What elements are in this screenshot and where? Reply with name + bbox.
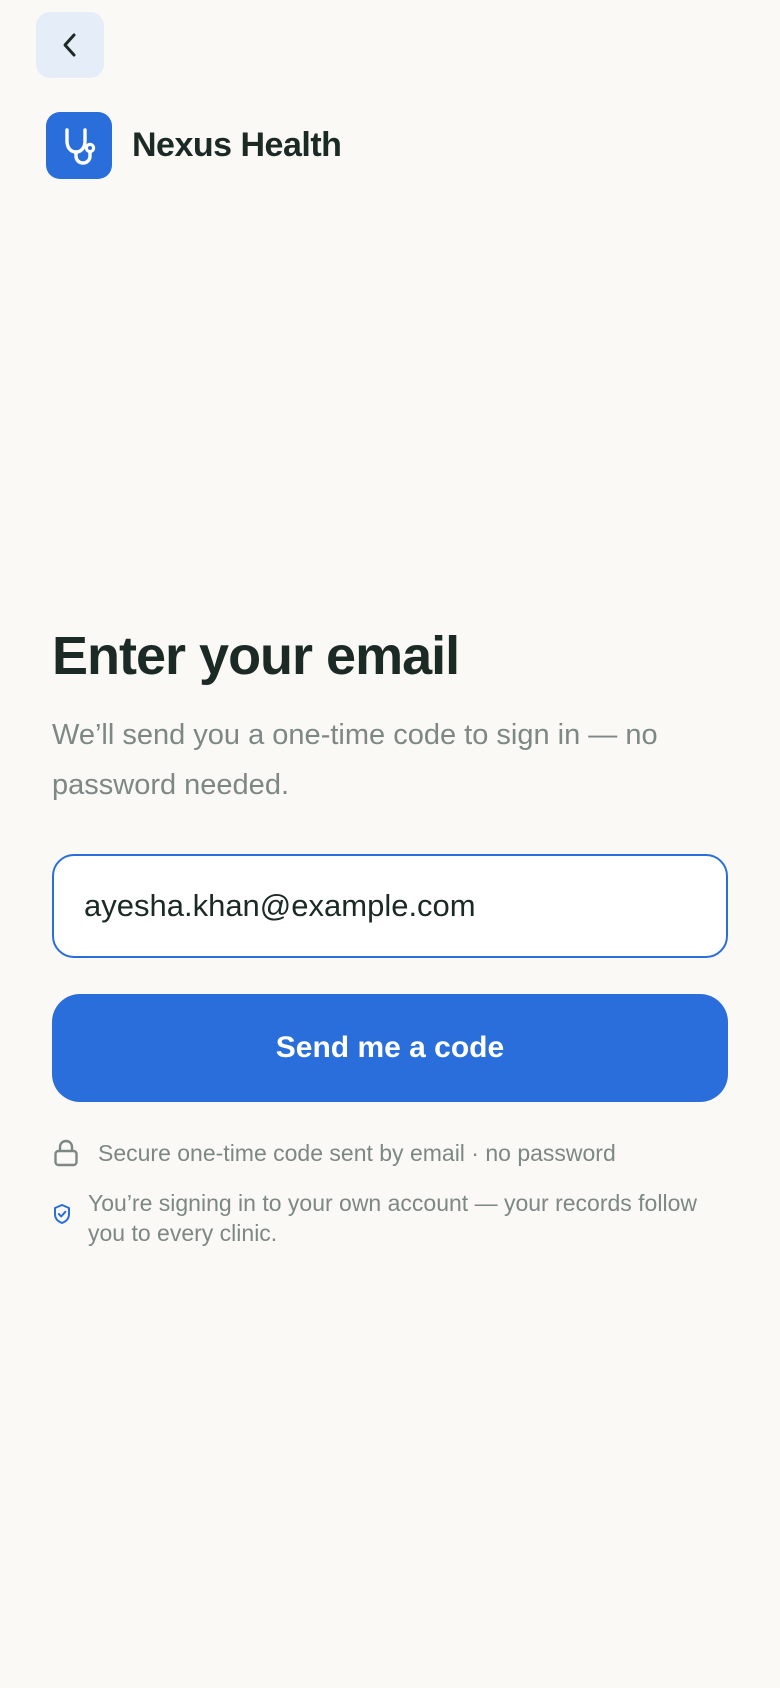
page-title: Enter your email	[52, 626, 460, 686]
shield-check-icon	[54, 1204, 70, 1224]
lock-icon	[54, 1139, 78, 1167]
email-field[interactable]	[52, 854, 728, 958]
brand: Nexus Health	[46, 112, 342, 179]
chevron-left-icon	[63, 33, 76, 57]
page-subtitle: We’ll send you a one-time code to sign i…	[52, 719, 658, 801]
sign-in-screen: Nexus Health Enter your email We’ll send…	[0, 0, 780, 1688]
brand-name: Nexus Health	[132, 126, 342, 164]
back-button[interactable]	[36, 12, 104, 78]
secure-code-note: Secure one-time code sent by email · no …	[52, 1138, 728, 1168]
records-note-text: You’re signing in to your own account — …	[88, 1190, 697, 1246]
send-code-button[interactable]: Send me a code	[52, 994, 728, 1102]
records-note: You’re signing in to your own account — …	[52, 1188, 728, 1248]
stethoscope-icon	[65, 127, 96, 165]
secure-code-note-text: Secure one-time code sent by email · no …	[98, 1140, 616, 1166]
sign-in-form: Enter your email We’ll send you a one-ti…	[52, 622, 728, 1248]
brand-logo	[46, 112, 112, 179]
